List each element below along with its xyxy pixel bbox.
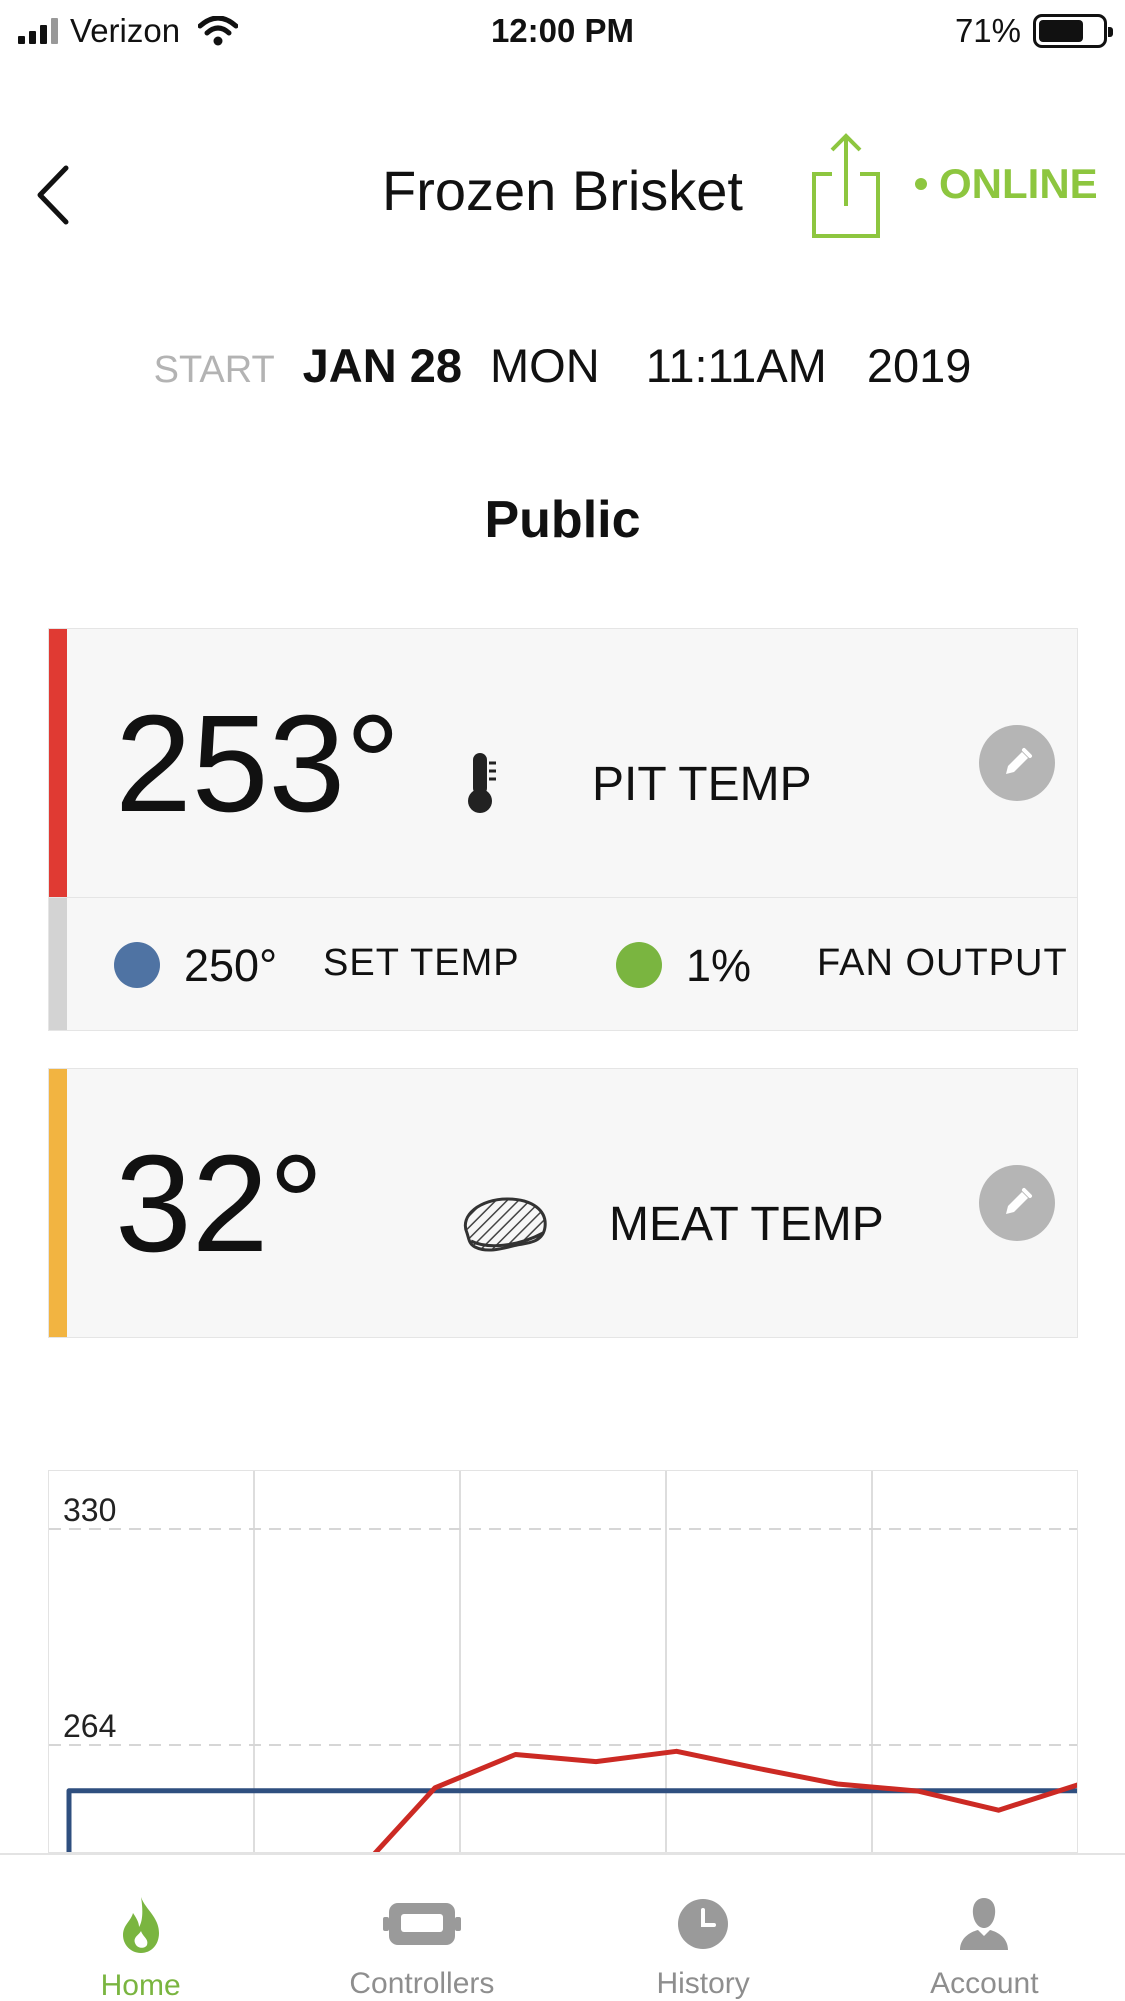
- chart-y-tick-label: 330: [63, 1492, 116, 1528]
- online-status: ONLINE: [915, 160, 1098, 208]
- nav-header: Frozen Brisket ONLINE: [0, 110, 1125, 260]
- pit-temp-card[interactable]: 253° PIT TEMP: [48, 628, 1078, 898]
- tab-bar: Home Controllers History Account: [0, 1853, 1125, 2001]
- temperature-chart[interactable]: 330 264: [48, 1470, 1078, 1853]
- set-temp-fan-row[interactable]: 250° SET TEMP 1% FAN OUTPUT: [48, 897, 1078, 1031]
- sub-accent-stripe: [49, 898, 67, 1030]
- online-label: ONLINE: [939, 160, 1098, 207]
- set-temp-value: 250°: [184, 940, 278, 991]
- pit-temp-value: 253°: [115, 687, 401, 841]
- start-date: JAN 28: [302, 339, 463, 392]
- meat-accent-stripe: [49, 1069, 67, 1337]
- chart-svg: 330 264: [49, 1471, 1077, 1852]
- tab-home[interactable]: Home: [0, 1855, 281, 2001]
- clock-icon: [678, 1899, 729, 1949]
- thermometer-icon: [468, 753, 496, 813]
- set-temp-series-line: [66, 1788, 1077, 1852]
- steak-icon: [463, 1197, 547, 1252]
- pit-temp-label: PIT TEMP: [592, 758, 812, 811]
- pencil-icon: [1006, 1188, 1032, 1214]
- pencil-icon: [1006, 748, 1032, 774]
- tab-label-account: Account: [930, 1967, 1039, 2000]
- visibility-label: Public: [484, 491, 641, 549]
- set-temp-dot-icon: [114, 942, 160, 988]
- flame-icon: [122, 1897, 159, 1953]
- tab-label-controllers: Controllers: [349, 1967, 495, 2000]
- meat-temp-label: MEAT TEMP: [609, 1198, 884, 1251]
- fan-output-value: 1%: [686, 940, 752, 991]
- controller-icon: [382, 1903, 461, 1945]
- meat-temp-card[interactable]: 32° MEAT TEMP: [48, 1068, 1078, 1338]
- start-datetime: START JAN 28 MON 11:11AM 2019: [0, 338, 1125, 393]
- edit-pit-button[interactable]: [979, 725, 1055, 801]
- start-time: 11:11AM: [645, 339, 827, 392]
- edit-meat-button[interactable]: [979, 1165, 1055, 1241]
- chart-y-tick-label: 264: [63, 1708, 116, 1744]
- start-day: MON: [490, 339, 600, 392]
- pit-temp-series-line: [372, 1748, 1077, 1852]
- pit-accent-stripe: [49, 629, 67, 897]
- tab-label-history: History: [656, 1967, 750, 2000]
- status-bar: Verizon 12:00 PM 71%: [0, 0, 1125, 62]
- fan-output-label: FAN OUTPUT: [817, 942, 1068, 984]
- fan-dot-icon: [616, 942, 662, 988]
- meat-temp-value: 32°: [115, 1127, 324, 1281]
- start-year: 2019: [866, 339, 972, 392]
- share-icon[interactable]: [810, 132, 882, 240]
- battery-percent: 71%: [954, 12, 1021, 49]
- tab-account[interactable]: Account: [844, 1855, 1125, 2001]
- set-temp-label: SET TEMP: [323, 942, 520, 984]
- online-dot-icon: [915, 178, 927, 190]
- battery-icon: [1033, 14, 1113, 48]
- start-label: START: [153, 349, 275, 391]
- status-right: 71%: [954, 10, 1113, 52]
- tab-label-home: Home: [100, 1969, 181, 2001]
- tab-controllers[interactable]: Controllers: [281, 1855, 562, 2001]
- tab-history[interactable]: History: [563, 1855, 844, 2001]
- person-icon: [960, 1898, 1009, 1950]
